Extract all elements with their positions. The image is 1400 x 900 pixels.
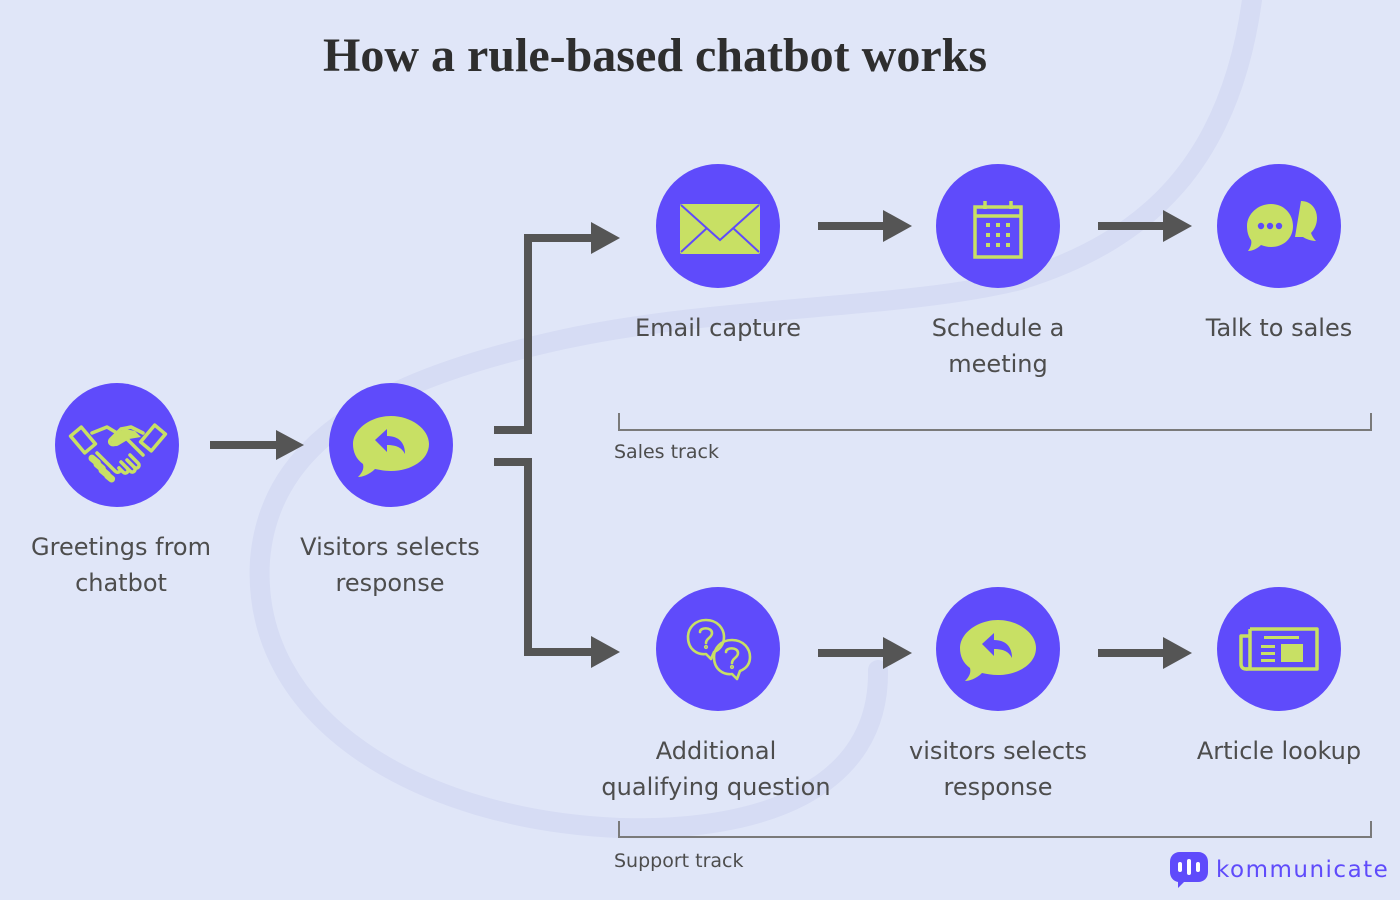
label-line: Visitors selects: [300, 533, 480, 561]
arrow-schedule-to-sales: [1098, 210, 1192, 242]
label-visitor-selects-support: visitors selects response: [868, 733, 1128, 805]
label-line: qualifying question: [601, 773, 831, 801]
label-line: Article lookup: [1196, 737, 1362, 765]
arrow-select-to-article: [1098, 637, 1192, 669]
node-talk-to-sales: [1217, 164, 1341, 288]
label-line: Greetings from: [31, 533, 211, 561]
support-track-label: Support track: [614, 850, 744, 872]
label-article-lookup: Article lookup: [1149, 733, 1400, 769]
arrow-question-to-select: [818, 637, 912, 669]
label-line: chatbot: [75, 569, 167, 597]
node-visitor-selects-support: [936, 587, 1060, 711]
label-qualifying-question: Additional qualifying question: [586, 733, 846, 805]
sales-track-label: Sales track: [614, 441, 719, 463]
reply-bubble-icon: [960, 620, 1036, 681]
label-line: response: [943, 773, 1053, 801]
label-greeting: Greetings from chatbot: [0, 529, 251, 601]
node-qualifying-question: [656, 587, 780, 711]
label-email-capture: Email capture: [588, 310, 848, 346]
arrow-email-to-schedule: [818, 210, 912, 242]
envelope-icon: [680, 204, 760, 254]
question-bubbles-icon: [686, 618, 752, 681]
node-visitor-selects: [329, 383, 453, 507]
brand-logo: kommunicate: [1168, 850, 1389, 890]
support-track-bracket: [618, 821, 1372, 838]
chat-bubbles-icon: [1247, 201, 1317, 251]
label-line: response: [335, 569, 445, 597]
handshake-icon: [68, 423, 168, 483]
label-visitor-selects: Visitors selects response: [260, 529, 520, 601]
reply-bubble-icon: [353, 416, 429, 477]
label-line: visitors selects: [909, 737, 1087, 765]
label-line: Schedule a: [931, 314, 1065, 342]
node-email-capture: [656, 164, 780, 288]
label-line: meeting: [948, 350, 1048, 378]
arrow-greeting-to-select: [210, 430, 304, 460]
node-greeting: [55, 383, 179, 507]
newspaper-icon: [1239, 627, 1319, 671]
label-line: Additional: [655, 737, 777, 765]
label-line: Email capture: [634, 314, 802, 342]
calendar-icon: [973, 201, 1023, 259]
label-talk-to-sales: Talk to sales: [1149, 310, 1400, 346]
sales-track-bracket: [618, 413, 1372, 431]
brand-name: kommunicate: [1216, 857, 1390, 883]
kommunicate-logo-icon: [1170, 852, 1208, 888]
label-line: Talk to sales: [1205, 314, 1353, 342]
label-schedule-meeting: Schedule a meeting: [868, 310, 1128, 382]
node-schedule-meeting: [936, 164, 1060, 288]
node-article-lookup: [1217, 587, 1341, 711]
